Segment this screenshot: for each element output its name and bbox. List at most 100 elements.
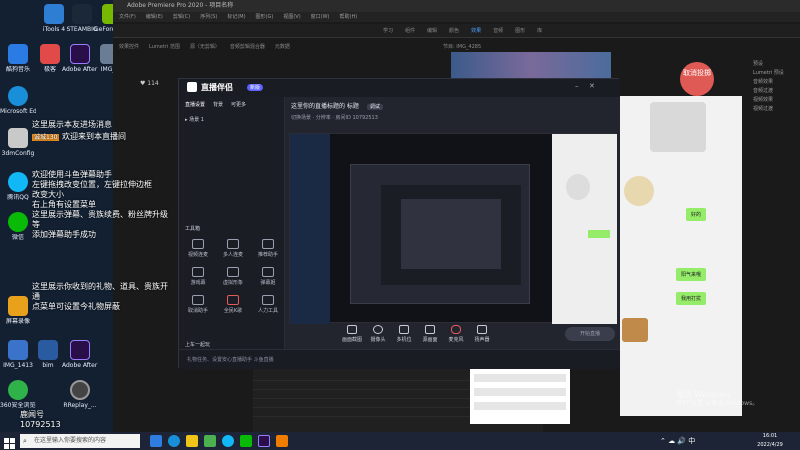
premiere-workspace-bar: 学习 组件 编辑 颜色 效果 音频 图形 库 bbox=[113, 24, 800, 38]
taskbar-douyu-icon[interactable] bbox=[276, 435, 288, 447]
play-icon bbox=[425, 325, 435, 334]
effects-item[interactable]: 音频效果 bbox=[753, 78, 798, 87]
menu-help[interactable]: 帮助(H) bbox=[340, 14, 358, 20]
workspace-libraries[interactable]: 库 bbox=[537, 28, 542, 34]
list-item[interactable] bbox=[474, 388, 566, 396]
control-bar: 画面截图 摄像头 多机位 源画面 麦克风 扬声器 开始直播 bbox=[339, 325, 619, 347]
stream-tag[interactable]: 调试 bbox=[366, 104, 383, 110]
go-live-button[interactable]: 开始直播 bbox=[565, 327, 615, 341]
menu-file[interactable]: 文件(F) bbox=[119, 14, 136, 20]
workspace-assembly[interactable]: 组件 bbox=[405, 28, 415, 34]
multicam-button[interactable]: 多机位 bbox=[391, 325, 417, 347]
workspace-edit[interactable]: 编辑 bbox=[427, 28, 437, 34]
workspace-graphics[interactable]: 图形 bbox=[515, 28, 525, 34]
desktop-icon-edge[interactable]: Microsoft Edge bbox=[0, 86, 36, 126]
menu-edit[interactable]: 编辑(E) bbox=[146, 14, 163, 20]
effects-item[interactable]: 音频过渡 bbox=[753, 87, 798, 96]
camera-button[interactable]: 摄像头 bbox=[365, 325, 391, 347]
tool-video-link[interactable]: 视频连麦 bbox=[183, 237, 213, 265]
workspace-learn[interactable]: 学习 bbox=[383, 28, 393, 34]
camera-icon bbox=[373, 325, 383, 334]
taskbar-edge-icon[interactable] bbox=[168, 435, 180, 447]
toolbox-grid: 视频连麦 多人连麦 推荐助手 游戏幕 虚拟形象 弹幕姬 取消助手 全民K歌 人力… bbox=[183, 237, 283, 321]
desktop-icon-recorder[interactable]: 屏幕录像 bbox=[0, 296, 36, 336]
desktop-icon-3dmconfig[interactable]: 3dmConfig bbox=[0, 128, 36, 168]
tools-icon bbox=[262, 295, 274, 305]
menu-graphics[interactable]: 图形(G) bbox=[256, 14, 274, 20]
taskbar-premiere-icon[interactable] bbox=[258, 435, 270, 447]
tab-effect-controls[interactable]: 效果控件 bbox=[119, 44, 139, 50]
list-item[interactable] bbox=[474, 374, 566, 382]
menu-sequence[interactable]: 序列(S) bbox=[200, 14, 217, 20]
source-button[interactable]: 源画面 bbox=[417, 325, 443, 347]
tool-multi-link[interactable]: 多人连麦 bbox=[218, 237, 248, 265]
windows-start-icon[interactable] bbox=[4, 435, 16, 449]
effects-item[interactable]: Lumetri 预设 bbox=[753, 69, 798, 78]
workspace-effects[interactable]: 效果 bbox=[471, 28, 481, 34]
stream-preview[interactable] bbox=[289, 133, 617, 324]
tab-metadata[interactable]: 元数据 bbox=[275, 44, 290, 50]
menu-marker[interactable]: 标记(M) bbox=[227, 14, 245, 20]
tray-icons[interactable]: ⌃ ☁ 🔊 中 bbox=[660, 436, 695, 446]
tab-background[interactable]: 背景 bbox=[213, 102, 223, 108]
taskbar-search-input[interactable]: ⌕ 在这里输入你要搜索的内容 bbox=[20, 434, 140, 448]
tab-audio-mixer[interactable]: 音频剪辑混合器 bbox=[230, 44, 265, 50]
tool-karaoke[interactable]: 全民K歌 bbox=[218, 293, 248, 321]
mic-button[interactable]: 麦克风 bbox=[443, 325, 469, 347]
help-line: 右上角有设置菜单 bbox=[32, 200, 96, 209]
itools-icon bbox=[44, 4, 64, 24]
list-item[interactable] bbox=[474, 402, 566, 410]
taskbar-store-icon[interactable] bbox=[204, 435, 216, 447]
nested-preview-inner bbox=[401, 199, 501, 269]
help-line: 欢迎使用斗鱼弹幕助手 bbox=[32, 170, 112, 179]
after-effects-icon bbox=[70, 340, 90, 360]
star-icon bbox=[262, 239, 274, 249]
desktop-icon-bim[interactable]: bim bbox=[30, 340, 66, 380]
taskbar-qq-icon[interactable] bbox=[222, 435, 234, 447]
tab-source[interactable]: 源（无剪辑） bbox=[190, 44, 220, 50]
scene-selector[interactable]: ▸ 场景 1 bbox=[179, 112, 284, 127]
cancel-throw-button[interactable]: 取消投掷 bbox=[680, 62, 714, 96]
tab-live-settings[interactable]: 直播设置 bbox=[185, 102, 205, 108]
menu-window[interactable]: 窗口(W) bbox=[311, 14, 330, 20]
taskbar-wechat-icon[interactable] bbox=[240, 435, 252, 447]
screenshot-button[interactable]: 画面截图 bbox=[339, 325, 365, 347]
workspace-audio[interactable]: 音频 bbox=[493, 28, 503, 34]
taskbar-explorer-icon[interactable] bbox=[150, 435, 162, 447]
avatar-icon bbox=[227, 267, 239, 277]
tool-manpower[interactable]: 人力工具 bbox=[253, 293, 283, 321]
tab-lumetri-scopes[interactable]: Lumetri 范围 bbox=[149, 44, 180, 50]
menu-clip[interactable]: 剪辑(C) bbox=[173, 14, 190, 20]
stream-info-line: 切换场景 · 分辨率 · 房间ID 10792513 bbox=[291, 115, 378, 121]
menu-view[interactable]: 视图(V) bbox=[283, 14, 300, 20]
desktop-icon-rreplay[interactable]: RReplay_... bbox=[62, 380, 98, 420]
desktop-icon-kugou[interactable]: 酷狗音乐 bbox=[0, 44, 36, 84]
help-line: 点菜单可设置今礼物屏蔽 bbox=[32, 302, 120, 311]
taskbar-folder-icon[interactable] bbox=[186, 435, 198, 447]
desktop-icon-qq[interactable]: 腾讯QQ bbox=[0, 172, 36, 212]
ride-together-link[interactable]: 上车一起玩 bbox=[185, 341, 210, 348]
jike-icon bbox=[40, 44, 60, 64]
clock-time: 16:01 bbox=[762, 433, 778, 439]
kugou-icon bbox=[8, 44, 28, 64]
tool-game[interactable]: 游戏幕 bbox=[183, 265, 213, 293]
desktop-icon-wechat[interactable]: 微信 bbox=[0, 212, 36, 252]
premiere-menu-bar: 文件(F) 编辑(E) 剪辑(C) 序列(S) 标记(M) 图形(G) 视图(V) 窗口(W)… bbox=[113, 12, 800, 22]
tab-more[interactable]: 可更多 bbox=[231, 102, 246, 108]
effects-item[interactable]: 视频过渡 bbox=[753, 105, 798, 114]
close-icon[interactable]: ✕ bbox=[589, 82, 595, 90]
effects-item[interactable]: 预设 bbox=[753, 60, 798, 69]
desktop-icon-after-effects-2[interactable]: Adobe After Effects 2020 bbox=[62, 340, 98, 380]
taskbar-clock[interactable]: 16:01 2022/4/29 bbox=[752, 432, 788, 450]
danmaku-icon bbox=[262, 267, 274, 277]
tool-avatar[interactable]: 虚拟形象 bbox=[218, 265, 248, 293]
tool-cancel-helper[interactable]: 取消助手 bbox=[183, 293, 213, 321]
effects-item[interactable]: 视频效果 bbox=[753, 96, 798, 105]
stream-title[interactable]: 这里你的直播标题的 标题 bbox=[291, 103, 359, 110]
stream-title-row: 这里你的直播标题的 标题 调试 bbox=[285, 97, 620, 114]
minimize-icon[interactable]: – bbox=[575, 82, 579, 90]
tool-danmaku[interactable]: 弹幕姬 bbox=[253, 265, 283, 293]
tool-recommend[interactable]: 推荐助手 bbox=[253, 237, 283, 265]
speaker-button[interactable]: 扬声器 bbox=[469, 325, 495, 347]
workspace-color[interactable]: 颜色 bbox=[449, 28, 459, 34]
